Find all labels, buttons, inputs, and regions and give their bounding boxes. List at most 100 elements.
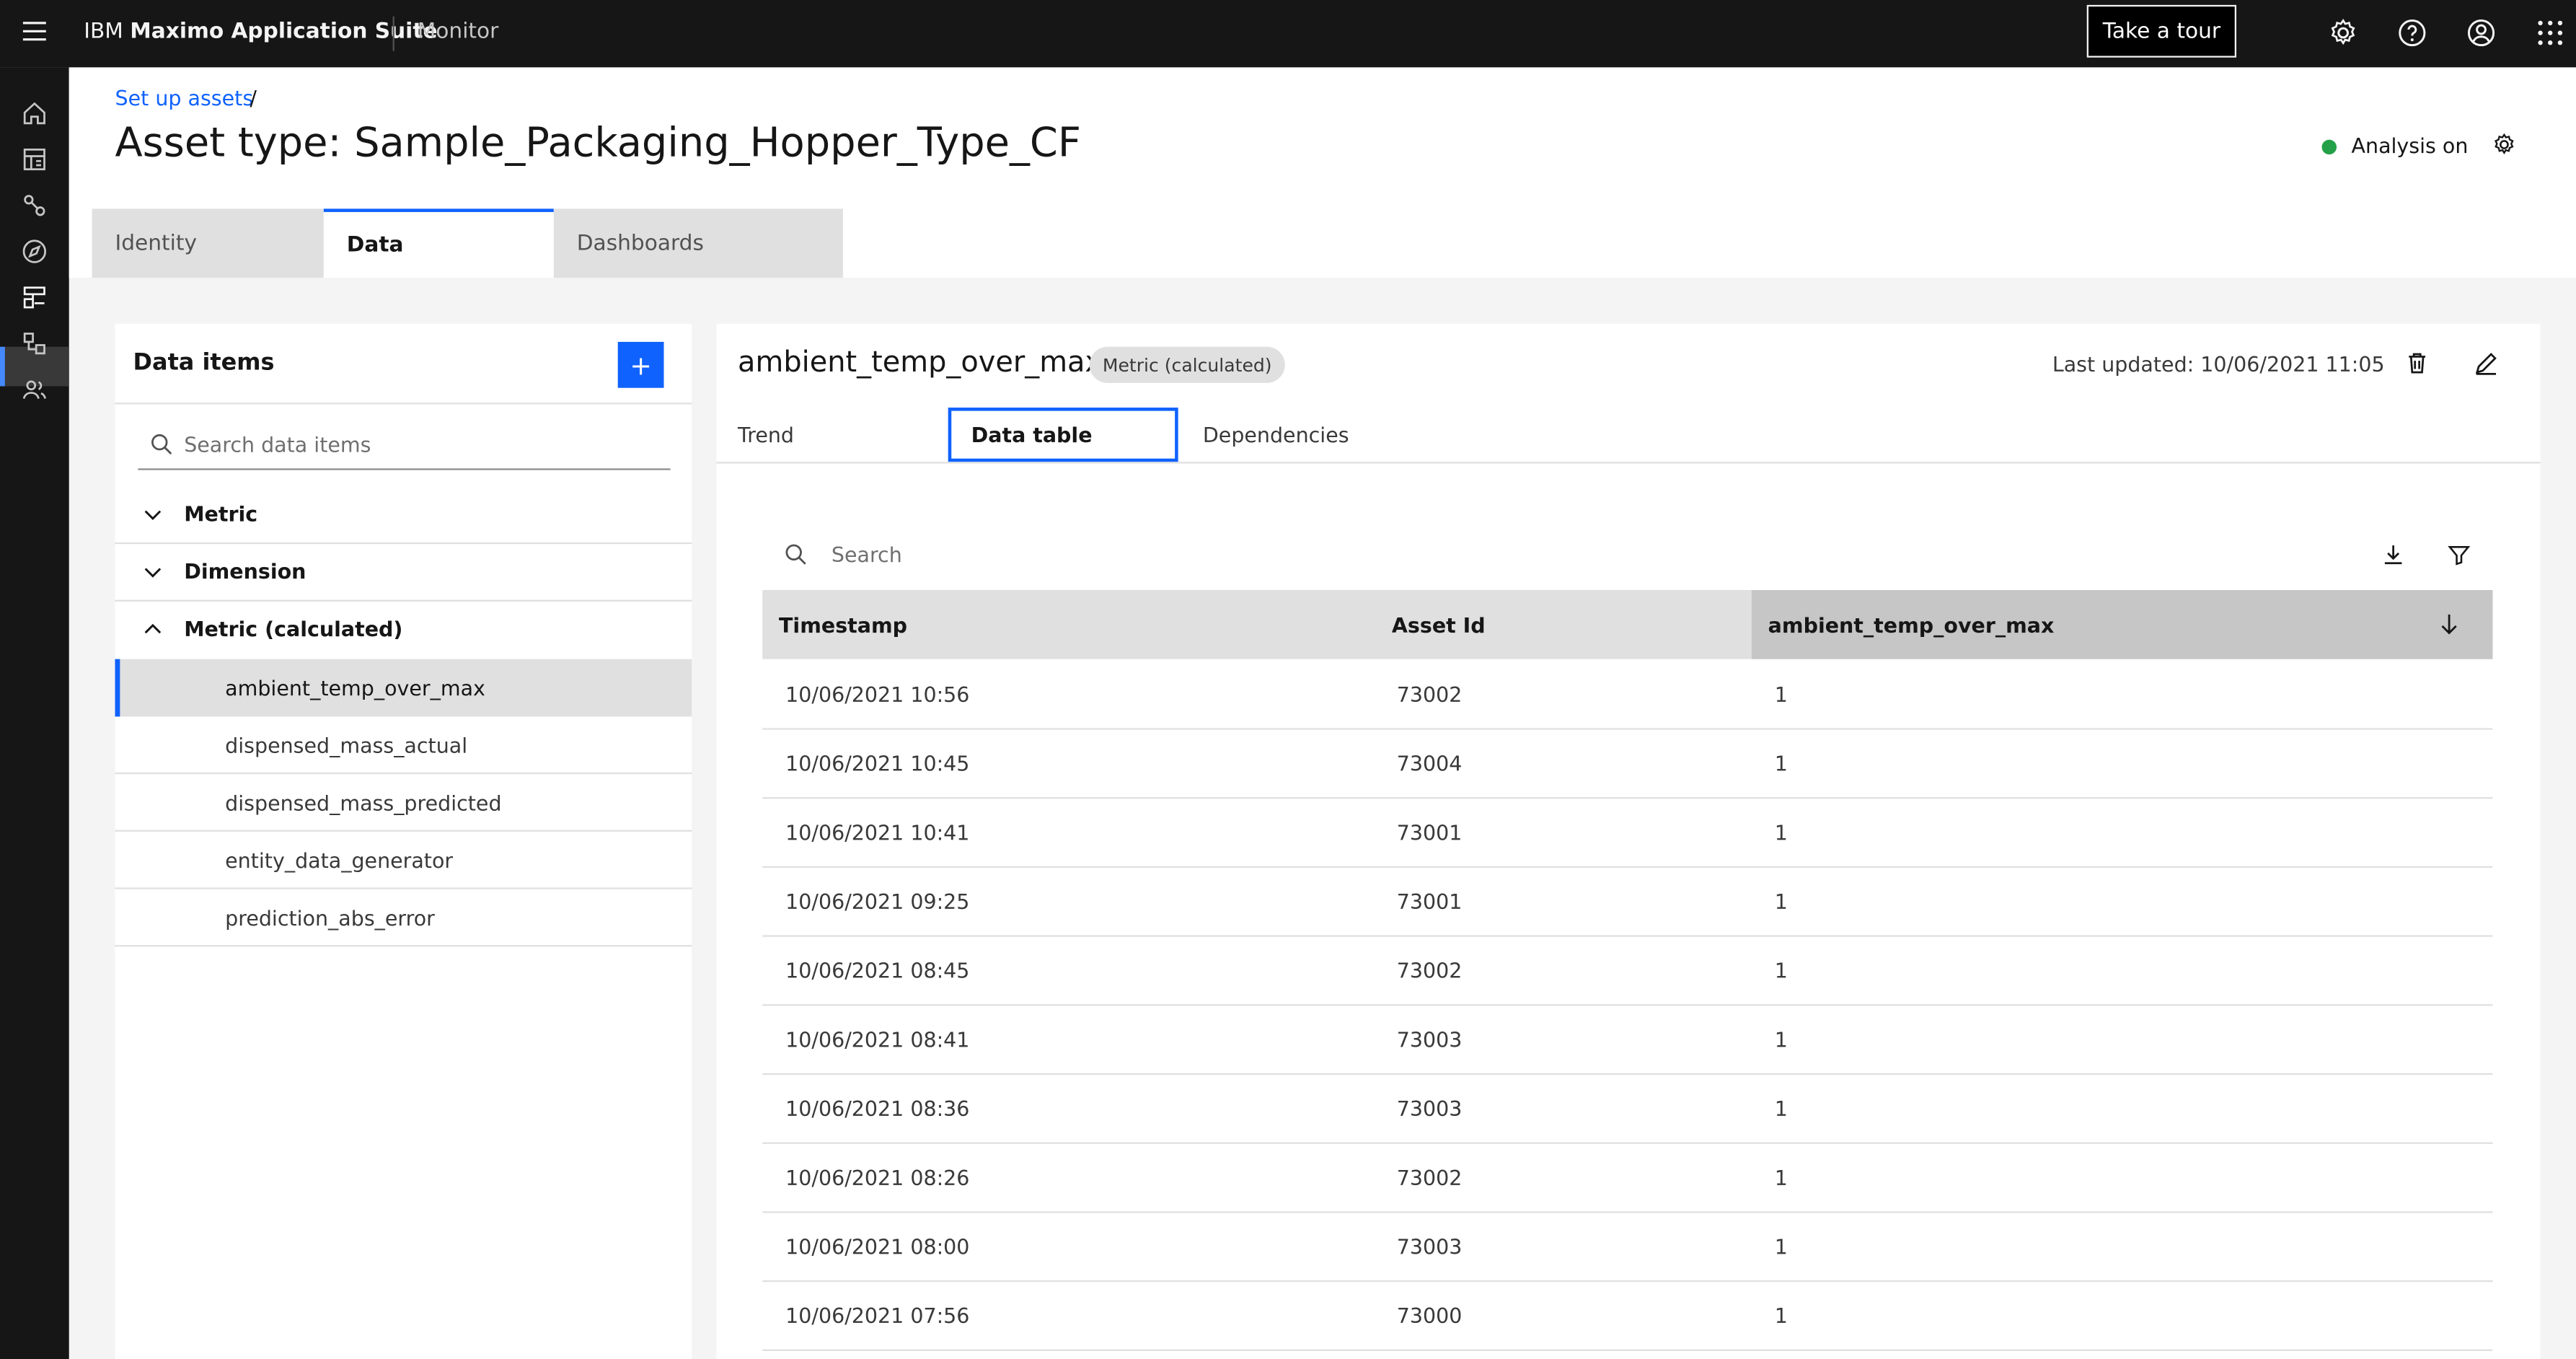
cell-asset-id: 73003 bbox=[1396, 1027, 1463, 1052]
divider bbox=[115, 772, 692, 775]
breadcrumb-link[interactable]: Set up assets bbox=[115, 85, 253, 110]
cell-value: 1 bbox=[1774, 819, 1788, 845]
take-a-tour-button[interactable]: Take a tour bbox=[2086, 4, 2237, 58]
group-metric-calculated[interactable]: Metric (calculated) bbox=[184, 616, 402, 641]
data-items-panel bbox=[115, 323, 692, 1359]
group-dimension[interactable]: Dimension bbox=[184, 559, 306, 584]
edit-icon[interactable] bbox=[2473, 350, 2499, 376]
chevron-down-icon[interactable] bbox=[141, 560, 164, 584]
help-icon[interactable] bbox=[2396, 17, 2429, 50]
dashboard-icon[interactable] bbox=[18, 143, 51, 176]
divider bbox=[115, 887, 692, 889]
brand-prefix: IBM bbox=[84, 19, 123, 45]
cell-value: 1 bbox=[1774, 958, 1788, 983]
column-header-ambient-temp-over-max[interactable]: ambient_temp_over_max bbox=[1768, 613, 2055, 638]
table-row[interactable]: 10/06/2021 10:56 73002 1 bbox=[762, 659, 2493, 730]
list-item[interactable]: ambient_temp_over_max bbox=[225, 675, 485, 700]
subtab-data-table[interactable]: Data table bbox=[948, 408, 1178, 462]
cell-timestamp: 10/06/2021 08:45 bbox=[785, 958, 970, 983]
cell-asset-id: 73001 bbox=[1396, 819, 1463, 845]
top-header: IBM Maximo Application Suite Monitor Tak… bbox=[0, 0, 2576, 68]
page-title: Asset type: Sample_Packaging_Hopper_Type… bbox=[115, 118, 1082, 167]
selected-indicator bbox=[115, 659, 120, 717]
cell-asset-id: 73004 bbox=[1396, 751, 1463, 776]
divider bbox=[115, 830, 692, 832]
subtab-trend[interactable]: Trend bbox=[738, 408, 794, 462]
settings-icon[interactable] bbox=[2326, 17, 2360, 50]
cell-asset-id: 73002 bbox=[1396, 682, 1463, 707]
add-data-item-button[interactable]: + bbox=[617, 341, 664, 388]
settings-icon[interactable] bbox=[2491, 131, 2517, 157]
divider bbox=[115, 599, 692, 602]
trash-icon[interactable] bbox=[2404, 350, 2430, 376]
tab-identity[interactable]: Identity bbox=[92, 208, 324, 278]
type-tag: Metric (calculated) bbox=[1089, 346, 1285, 383]
product-name[interactable]: IBM Maximo Application Suite bbox=[84, 19, 437, 44]
asset-icon[interactable] bbox=[18, 189, 51, 222]
cell-timestamp: 10/06/2021 10:45 bbox=[785, 751, 970, 776]
divider bbox=[716, 462, 2541, 464]
table-row[interactable]: 10/06/2021 08:00 73003 1 bbox=[762, 1211, 2493, 1283]
cell-value: 1 bbox=[1774, 751, 1788, 776]
group-metric[interactable]: Metric bbox=[184, 501, 257, 526]
cell-value: 1 bbox=[1774, 1165, 1788, 1190]
table-row[interactable]: 10/06/2021 09:25 73001 1 bbox=[762, 866, 2493, 937]
header-divider bbox=[392, 16, 394, 51]
table-row[interactable]: 10/06/2021 07:56 73000 1 bbox=[762, 1280, 2493, 1351]
list-item[interactable]: dispensed_mass_predicted bbox=[225, 791, 501, 815]
cell-asset-id: 73003 bbox=[1396, 1096, 1463, 1121]
table-row[interactable]: 10/06/2021 08:26 73002 1 bbox=[762, 1143, 2493, 1213]
data-item-name: ambient_temp_over_max bbox=[738, 346, 1103, 380]
cell-timestamp: 10/06/2021 08:00 bbox=[785, 1234, 970, 1259]
app-root: IBM Maximo Application Suite Monitor Tak… bbox=[0, 0, 2576, 1359]
brand-name: Maximo Application Suite bbox=[130, 19, 438, 45]
cell-timestamp: 10/06/2021 09:25 bbox=[785, 889, 970, 914]
side-nav bbox=[0, 67, 69, 1359]
cell-timestamp: 10/06/2021 10:41 bbox=[785, 819, 970, 845]
list-item[interactable]: entity_data_generator bbox=[225, 848, 453, 873]
explore-icon[interactable] bbox=[18, 235, 51, 268]
search-icon bbox=[149, 432, 174, 457]
subtab-dependencies[interactable]: Dependencies bbox=[1203, 408, 1349, 462]
cell-value: 1 bbox=[1774, 889, 1788, 914]
divider bbox=[115, 945, 692, 947]
data-items-title: Data items bbox=[133, 350, 275, 377]
divider bbox=[115, 542, 692, 545]
cell-value: 1 bbox=[1774, 1234, 1788, 1259]
cell-timestamp: 10/06/2021 08:41 bbox=[785, 1027, 970, 1052]
filter-icon[interactable] bbox=[2447, 542, 2471, 567]
table-row[interactable]: 10/06/2021 10:45 73004 1 bbox=[762, 728, 2493, 799]
app-switcher-icon[interactable] bbox=[2533, 17, 2567, 50]
setup-assets-icon[interactable] bbox=[18, 281, 51, 315]
cell-asset-id: 73002 bbox=[1396, 958, 1463, 983]
home-icon[interactable] bbox=[18, 97, 51, 130]
breadcrumb-separator: / bbox=[250, 85, 257, 110]
chevron-down-icon[interactable] bbox=[141, 503, 164, 526]
cell-value: 1 bbox=[1774, 1027, 1788, 1052]
tab-dashboards[interactable]: Dashboards bbox=[553, 208, 843, 278]
search-data-items-input[interactable]: Search data items bbox=[138, 423, 671, 470]
cell-asset-id: 73002 bbox=[1396, 1165, 1463, 1190]
column-header-asset-id[interactable]: Asset Id bbox=[1392, 613, 1486, 638]
tab-data[interactable]: Data bbox=[323, 208, 554, 278]
cell-value: 1 bbox=[1774, 1096, 1788, 1121]
table-row[interactable]: 10/06/2021 08:41 73003 1 bbox=[762, 1004, 2493, 1076]
list-item[interactable]: dispensed_mass_actual bbox=[225, 733, 467, 757]
table-row[interactable]: 10/06/2021 08:36 73003 1 bbox=[762, 1073, 2493, 1144]
chevron-up-icon[interactable] bbox=[141, 618, 164, 641]
users-icon[interactable] bbox=[18, 373, 51, 406]
download-icon[interactable] bbox=[2381, 542, 2406, 567]
table-search-input[interactable]: Search bbox=[762, 536, 2492, 576]
menu-icon[interactable] bbox=[19, 17, 49, 46]
table-header bbox=[762, 589, 2493, 659]
search-placeholder: Search data items bbox=[184, 432, 371, 457]
list-item[interactable]: prediction_abs_error bbox=[225, 905, 435, 930]
hierarchy-icon[interactable] bbox=[18, 327, 51, 360]
table-row[interactable]: 10/06/2021 10:41 73001 1 bbox=[762, 797, 2493, 868]
table-row[interactable]: 10/06/2021 08:45 73002 1 bbox=[762, 935, 2493, 1006]
cell-timestamp: 10/06/2021 10:56 bbox=[785, 682, 970, 707]
user-icon[interactable] bbox=[2465, 17, 2498, 50]
column-header-timestamp[interactable]: Timestamp bbox=[779, 613, 907, 638]
sort-descending-icon[interactable] bbox=[2437, 612, 2461, 636]
cell-asset-id: 73001 bbox=[1396, 889, 1463, 914]
